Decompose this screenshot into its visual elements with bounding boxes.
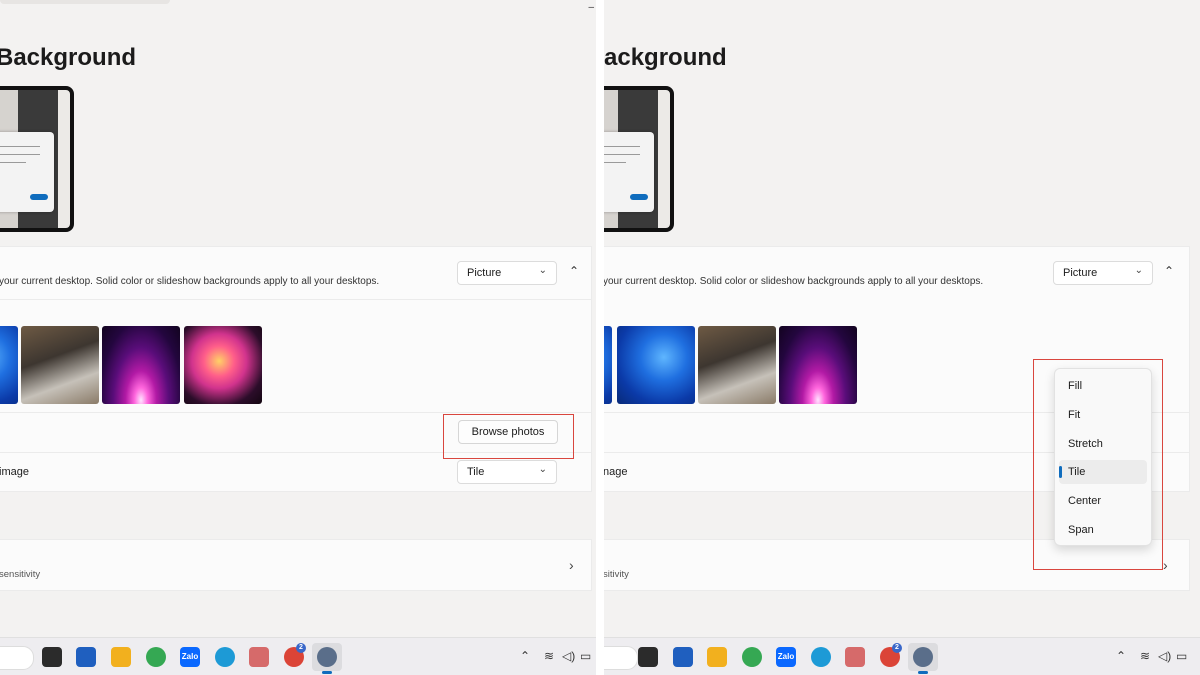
app-green-icon[interactable] xyxy=(742,647,762,667)
background-type-dropdown[interactable]: Picture ⌄ xyxy=(457,261,557,285)
preview-window xyxy=(0,132,54,212)
chevron-up-icon[interactable]: ⌃ xyxy=(1116,649,1126,663)
recent-image-bloom[interactable] xyxy=(604,326,612,404)
taskbar-search[interactable] xyxy=(0,646,34,670)
settings-gear-icon[interactable] xyxy=(317,647,337,667)
highlight-box xyxy=(443,414,574,459)
recent-image-person[interactable] xyxy=(698,326,776,404)
contrast-subtext: sensitivity xyxy=(0,569,41,580)
fit-dropdown[interactable]: Tile ⌄ xyxy=(457,460,557,484)
grid-app-icon[interactable] xyxy=(845,647,865,667)
task-view-icon[interactable] xyxy=(42,647,62,667)
title-bar-strip xyxy=(0,0,170,4)
chevron-up-icon[interactable]: ⌃ xyxy=(1164,264,1174,278)
volume-icon[interactable]: ◁) xyxy=(1158,649,1171,663)
chrome-badge: 2 xyxy=(892,643,902,653)
chevron-up-icon[interactable]: ⌃ xyxy=(569,264,579,278)
battery-icon[interactable]: ▭ xyxy=(580,649,591,663)
background-type-dropdown[interactable]: Picture ⌄ xyxy=(1053,261,1153,285)
grid-app-icon[interactable] xyxy=(249,647,269,667)
chevron-up-icon[interactable]: ⌃ xyxy=(520,649,530,663)
settings-window-right: ackground your current desktop. Solid co… xyxy=(604,0,1200,675)
fit-label: nage xyxy=(604,466,628,478)
desktop-preview xyxy=(604,86,674,232)
app-green-icon[interactable] xyxy=(146,647,166,667)
page-title: ackground xyxy=(604,44,727,71)
store-icon[interactable] xyxy=(673,647,693,667)
chevron-right-icon: › xyxy=(569,557,574,573)
contrast-subtext: sitivity xyxy=(604,569,629,580)
taskbar: Zalo 2 ⌃ ≋ ◁) ▭ xyxy=(0,637,596,675)
chevron-down-icon: ⌄ xyxy=(538,265,547,276)
edge-icon[interactable] xyxy=(811,647,831,667)
fit-label: image xyxy=(0,466,29,478)
chevron-down-icon: ⌄ xyxy=(1134,265,1143,276)
image-divider xyxy=(596,0,604,675)
taskbar-search[interactable] xyxy=(604,646,638,670)
recent-image-glow[interactable] xyxy=(779,326,857,404)
recent-image-glow[interactable] xyxy=(102,326,180,404)
settings-gear-icon[interactable] xyxy=(913,647,933,667)
preview-window xyxy=(604,132,654,212)
file-explorer-icon[interactable] xyxy=(707,647,727,667)
highlight-box xyxy=(1033,359,1163,570)
task-view-icon[interactable] xyxy=(638,647,658,667)
zalo-icon[interactable]: Zalo xyxy=(180,647,200,667)
personalize-description: your current desktop. Solid color or sli… xyxy=(604,276,984,287)
page-title: Background xyxy=(0,44,137,71)
chevron-down-icon: ⌄ xyxy=(538,464,547,475)
battery-icon[interactable]: ▭ xyxy=(1176,649,1187,663)
wifi-icon[interactable]: ≋ xyxy=(1140,649,1150,663)
recent-image-bloom[interactable] xyxy=(0,326,18,404)
zalo-icon[interactable]: Zalo xyxy=(776,647,796,667)
minimize-icon[interactable]: – xyxy=(588,2,594,13)
settings-window-left: – Background your current desktop. Solid… xyxy=(0,0,596,675)
recent-image-ribbon[interactable] xyxy=(184,326,262,404)
file-explorer-icon[interactable] xyxy=(111,647,131,667)
contrast-themes-card[interactable]: sensitivity › xyxy=(0,539,592,591)
chevron-right-icon: › xyxy=(1163,557,1168,573)
taskbar: Zalo 2 ⌃ ≋ ◁) ▭ xyxy=(604,637,1200,675)
chrome-badge: 2 xyxy=(296,643,306,653)
desktop-preview xyxy=(0,86,74,232)
edge-icon[interactable] xyxy=(215,647,235,667)
recent-image-bloom[interactable] xyxy=(617,326,695,404)
store-icon[interactable] xyxy=(76,647,96,667)
wifi-icon[interactable]: ≋ xyxy=(544,649,554,663)
personalize-description: your current desktop. Solid color or sli… xyxy=(0,276,380,287)
recent-image-person[interactable] xyxy=(21,326,99,404)
volume-icon[interactable]: ◁) xyxy=(562,649,575,663)
